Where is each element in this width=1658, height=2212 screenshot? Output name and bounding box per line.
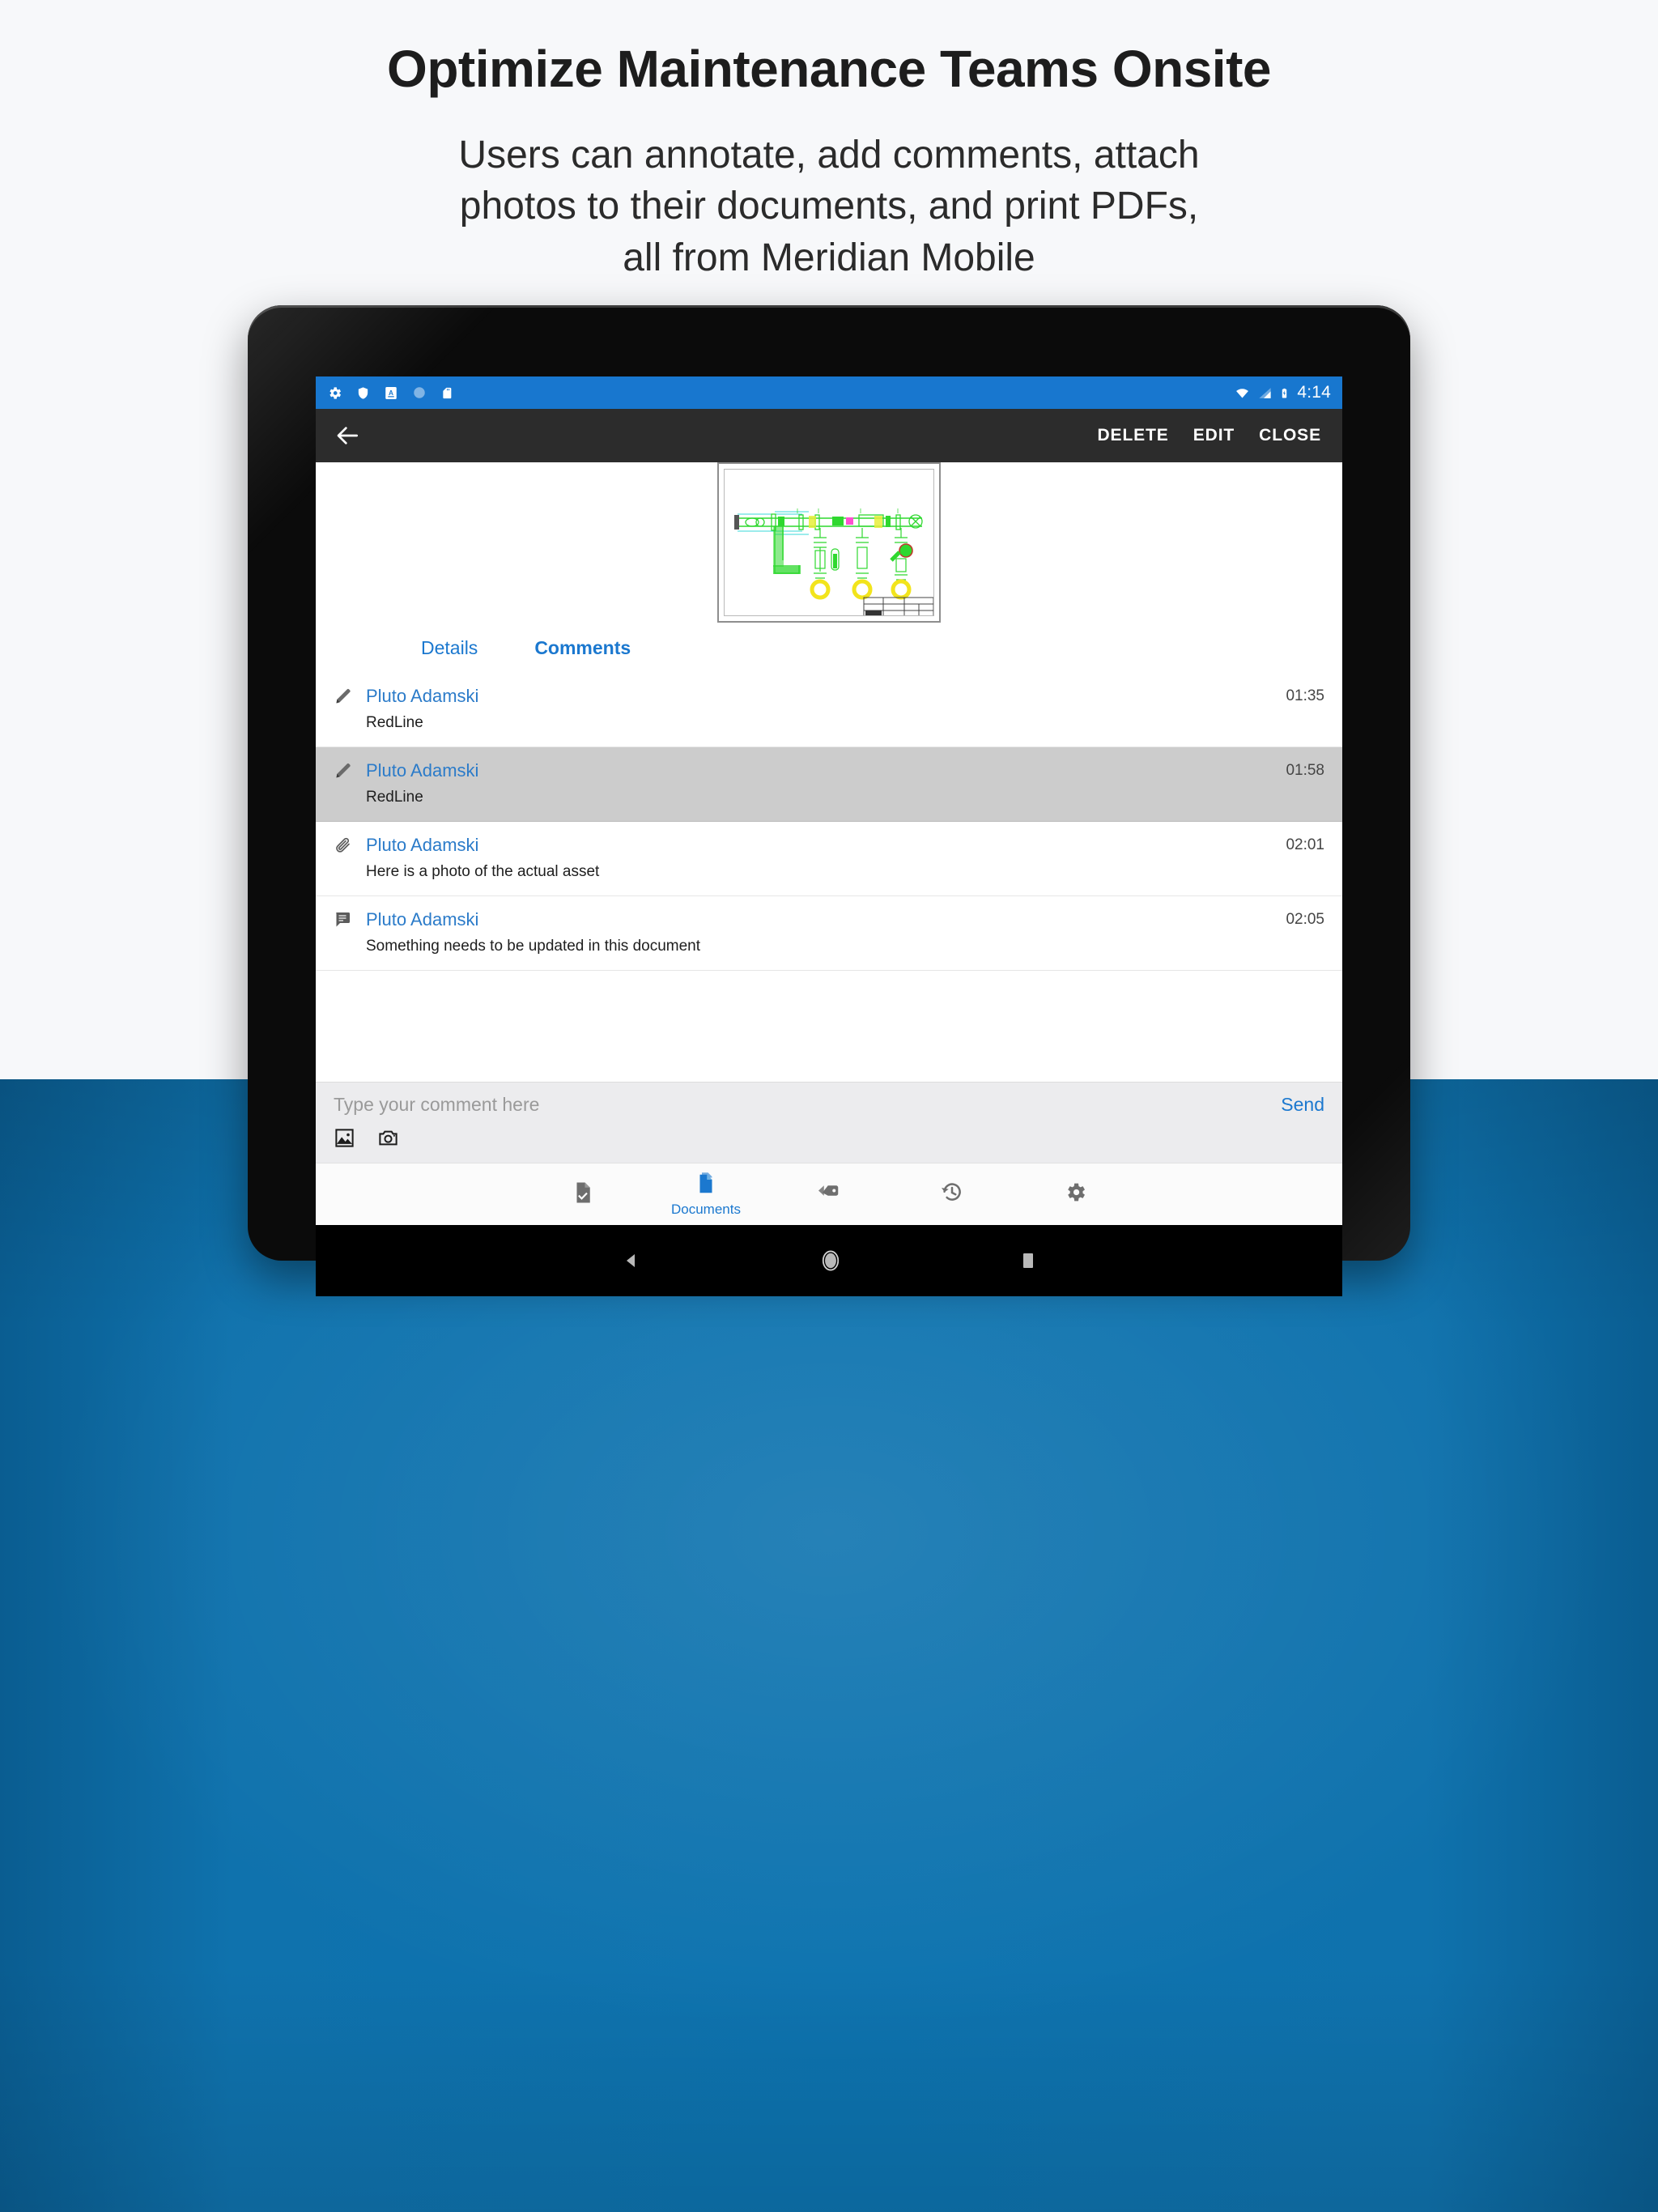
comment-row-header: Pluto Adamski 02:01 [334, 835, 1324, 856]
battery-charging-icon [1279, 385, 1290, 401]
tab-details[interactable]: Details [421, 637, 478, 659]
comment-author[interactable]: Pluto Adamski [366, 760, 478, 781]
composer-attachment-actions [334, 1127, 1324, 1153]
document-preview-area [316, 462, 1342, 623]
android-status-bar: A 4:14 [316, 376, 1342, 409]
cell-signal-icon [1258, 386, 1272, 400]
comment-timestamp: 02:01 [1286, 836, 1324, 853]
nav-item-tags[interactable] [767, 1163, 891, 1225]
comment-text: RedLine [366, 714, 423, 731]
home-circle-icon[interactable] [819, 1249, 842, 1273]
comment-author[interactable]: Pluto Adamski [366, 686, 478, 707]
comment-author[interactable]: Pluto Adamski [366, 835, 478, 856]
page-subtitle: Users can annotate, add comments, attach… [0, 130, 1658, 283]
back-button[interactable] [327, 415, 369, 457]
table-row[interactable]: Pluto Adamski 02:05 Something needs to b… [316, 896, 1342, 971]
cad-drawing-thumbnail[interactable] [717, 462, 941, 623]
cad-drawing-svg [725, 470, 933, 615]
tablet-device: A 4:14 DELETE EDIT CLOSE Details Comment… [248, 305, 1410, 1296]
page-subtitle-line-3: all from Meridian Mobile [623, 236, 1035, 279]
shield-icon [356, 385, 370, 401]
tab-comments[interactable]: Comments [534, 637, 631, 659]
send-button[interactable]: Send [1265, 1094, 1324, 1116]
status-bar-clock: 4:14 [1297, 383, 1331, 402]
nav-item-tasks[interactable] [521, 1163, 644, 1225]
bottom-navigation-bar: Documents [316, 1163, 1342, 1225]
comment-timestamp: 02:05 [1286, 911, 1324, 928]
app-badge-a-icon: A [384, 385, 398, 401]
back-arrow-icon [337, 427, 358, 445]
page-title: Optimize Maintenance Teams Onsite [387, 40, 1271, 98]
comment-row-header: Pluto Adamski 01:58 [334, 760, 1324, 781]
detail-tab-bar: Details Comments [316, 623, 1342, 673]
android-system-nav-bar [316, 1225, 1342, 1296]
comment-input[interactable] [334, 1094, 1265, 1116]
comment-timestamp: 01:35 [1286, 687, 1324, 704]
nav-item-label: Documents [671, 1201, 741, 1217]
headline-block: Optimize Maintenance Teams Onsite Users … [0, 0, 1658, 283]
settings-gear-icon [1064, 1180, 1087, 1208]
paperclip-icon [334, 836, 366, 855]
svg-text:A: A [389, 389, 393, 396]
task-document-icon [571, 1180, 595, 1209]
wifi-icon [1234, 386, 1251, 400]
nav-item-settings[interactable] [1014, 1163, 1137, 1225]
speech-bubble-icon [334, 910, 366, 929]
composer-input-row: Send [334, 1094, 1324, 1116]
redline-pen-icon [334, 761, 366, 781]
redline-pen-icon [334, 687, 366, 706]
cad-drawing-canvas [724, 469, 934, 616]
nav-item-documents[interactable]: Documents [644, 1163, 767, 1225]
comment-text: Here is a photo of the actual asset [366, 863, 600, 880]
circle-icon [412, 385, 427, 400]
page-subtitle-line-1: Users can annotate, add comments, attach [458, 134, 1200, 177]
table-row[interactable]: Pluto Adamski 01:58 RedLine [316, 747, 1342, 822]
back-triangle-icon[interactable] [622, 1251, 641, 1270]
nav-item-history[interactable] [891, 1163, 1014, 1225]
gear-icon [327, 385, 342, 401]
comment-row-header: Pluto Adamski 02:05 [334, 909, 1324, 930]
close-button[interactable]: CLOSE [1259, 426, 1321, 445]
comment-timestamp: 01:58 [1286, 762, 1324, 779]
gallery-image-icon[interactable] [334, 1127, 355, 1153]
recents-square-icon[interactable] [1020, 1251, 1036, 1270]
sd-card-icon [440, 385, 453, 401]
documents-icon [694, 1172, 718, 1200]
comment-text: RedLine [366, 789, 423, 806]
status-bar-right-icons: 4:14 [1234, 383, 1331, 402]
app-toolbar: DELETE EDIT CLOSE [316, 409, 1342, 462]
tablet-screen: A 4:14 DELETE EDIT CLOSE Details Comment… [316, 376, 1342, 1225]
history-icon [940, 1180, 964, 1209]
edit-button[interactable]: EDIT [1193, 426, 1235, 445]
comment-list: Pluto Adamski 01:35 RedLine Pluto Adamsk… [316, 673, 1342, 1082]
comment-row-header: Pluto Adamski 01:35 [334, 686, 1324, 707]
camera-icon[interactable] [376, 1127, 400, 1153]
toolbar-actions: DELETE EDIT CLOSE [1097, 426, 1331, 445]
comment-composer: Send [316, 1082, 1342, 1163]
delete-button[interactable]: DELETE [1097, 426, 1168, 445]
tag-icon [817, 1180, 841, 1209]
comment-author[interactable]: Pluto Adamski [366, 909, 478, 930]
table-row[interactable]: Pluto Adamski 02:01 Here is a photo of t… [316, 822, 1342, 896]
table-row[interactable]: Pluto Adamski 01:35 RedLine [316, 673, 1342, 747]
status-bar-left-icons: A [327, 385, 453, 401]
comment-text: Something needs to be updated in this do… [366, 938, 701, 955]
page-subtitle-line-2: photos to their documents, and print PDF… [459, 185, 1199, 228]
